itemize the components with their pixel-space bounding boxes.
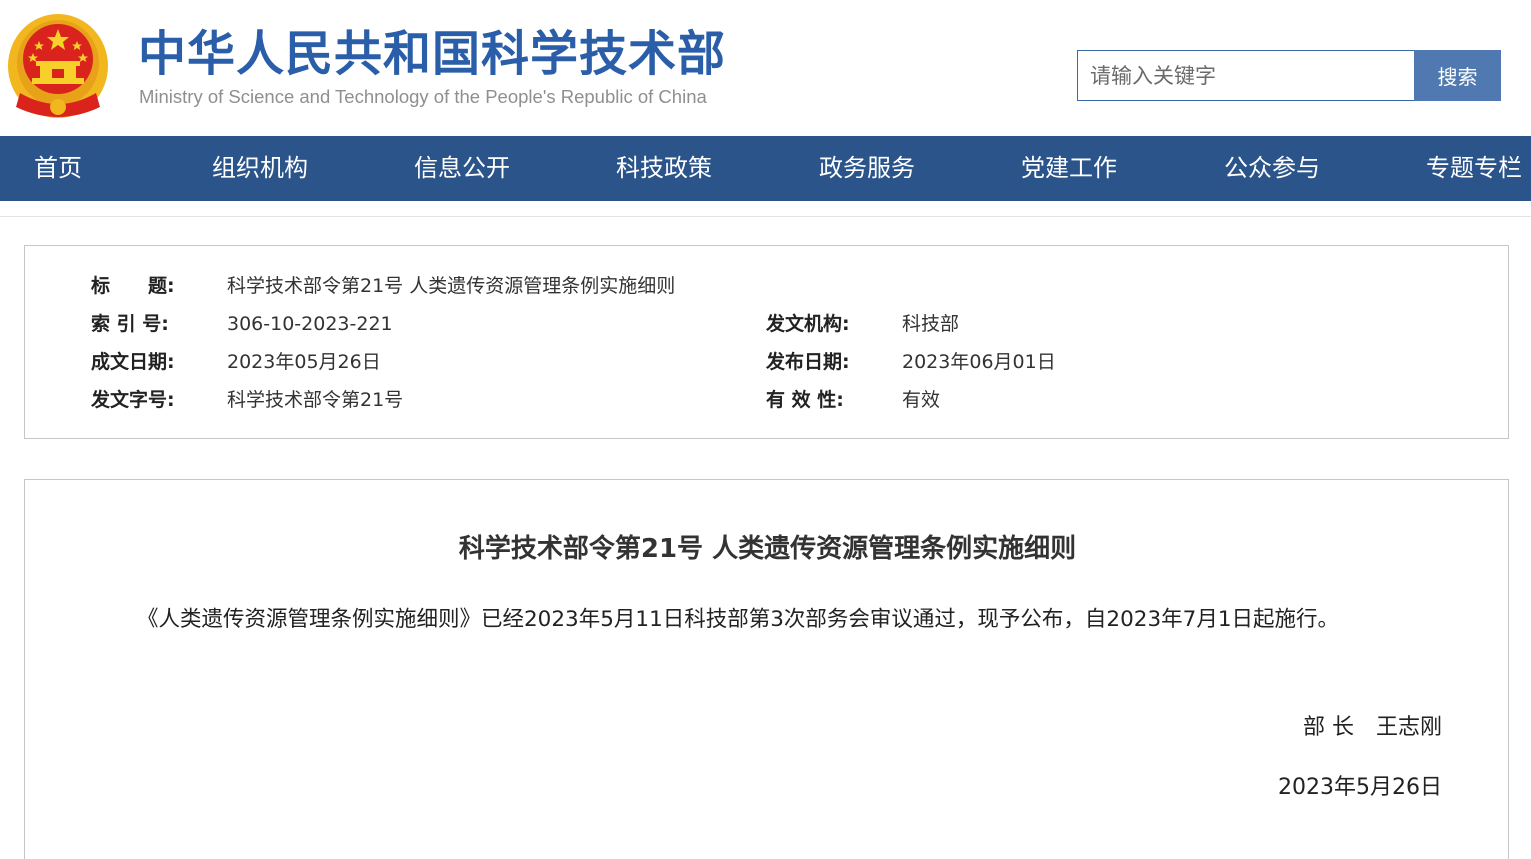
site-title: 中华人民共和国科学技术部 <box>138 26 727 82</box>
site-subtitle: Ministry of Science and Technology of th… <box>139 86 707 107</box>
meta-doc-number-label: 发文字号: <box>91 389 175 411</box>
nav-item-policy[interactable]: 科技政策 <box>616 136 712 201</box>
document-date: 2023年5月26日 <box>1278 775 1442 800</box>
meta-issuer-value: 科技部 <box>902 313 960 335</box>
nav-item-organization[interactable]: 组织机构 <box>212 136 308 201</box>
search-input[interactable] <box>1077 50 1414 101</box>
document-title: 科学技术部令第21号 人类遗传资源管理条例实施细则 <box>458 534 1077 564</box>
meta-publish-date-value: 2023年06月01日 <box>902 351 1056 373</box>
nav-item-home[interactable]: 首页 <box>34 136 82 201</box>
site-header: 中华人民共和国科学技术部 Ministry of Science and Tec… <box>0 0 1531 136</box>
meta-title-value: 科学技术部令第21号 人类遗传资源管理条例实施细则 <box>227 275 676 297</box>
meta-index-label: 索 引 号: <box>91 313 169 335</box>
nav-item-participation[interactable]: 公众参与 <box>1224 136 1320 201</box>
nav-item-topics[interactable]: 专题专栏 <box>1426 136 1522 201</box>
national-emblem-icon[interactable] <box>6 11 110 121</box>
nav-divider <box>0 216 1531 217</box>
meta-validity-value: 有效 <box>902 389 941 411</box>
meta-validity-label: 有 效 性: <box>766 389 844 411</box>
meta-written-date-label: 成文日期: <box>91 351 175 373</box>
document-meta-box: 标 题: 科学技术部令第21号 人类遗传资源管理条例实施细则 索 引 号: 30… <box>24 245 1509 439</box>
meta-title-label: 标 题: <box>91 275 175 297</box>
nav-item-party[interactable]: 党建工作 <box>1021 136 1117 201</box>
meta-doc-number-value: 科学技术部令第21号 <box>227 389 404 411</box>
meta-index-value: 306-10-2023-221 <box>227 313 393 335</box>
nav-item-services[interactable]: 政务服务 <box>819 136 915 201</box>
nav-item-information[interactable]: 信息公开 <box>414 136 510 201</box>
meta-written-date-value: 2023年05月26日 <box>227 351 381 373</box>
search-box: 搜索 <box>1077 50 1501 101</box>
document-content-box: 科学技术部令第21号 人类遗传资源管理条例实施细则 《人类遗传资源管理条例实施细… <box>24 479 1509 859</box>
main-nav: 首页 组织机构 信息公开 科技政策 政务服务 党建工作 公众参与 专题专栏 <box>0 136 1531 201</box>
meta-issuer-label: 发文机构: <box>766 313 850 335</box>
document-signature: 部 长 王志刚 <box>1303 715 1442 740</box>
search-button[interactable]: 搜索 <box>1414 50 1501 101</box>
meta-publish-date-label: 发布日期: <box>766 351 850 373</box>
document-paragraph: 《人类遗传资源管理条例实施细则》已经2023年5月11日科技部第3次部务会审议通… <box>137 607 1340 632</box>
